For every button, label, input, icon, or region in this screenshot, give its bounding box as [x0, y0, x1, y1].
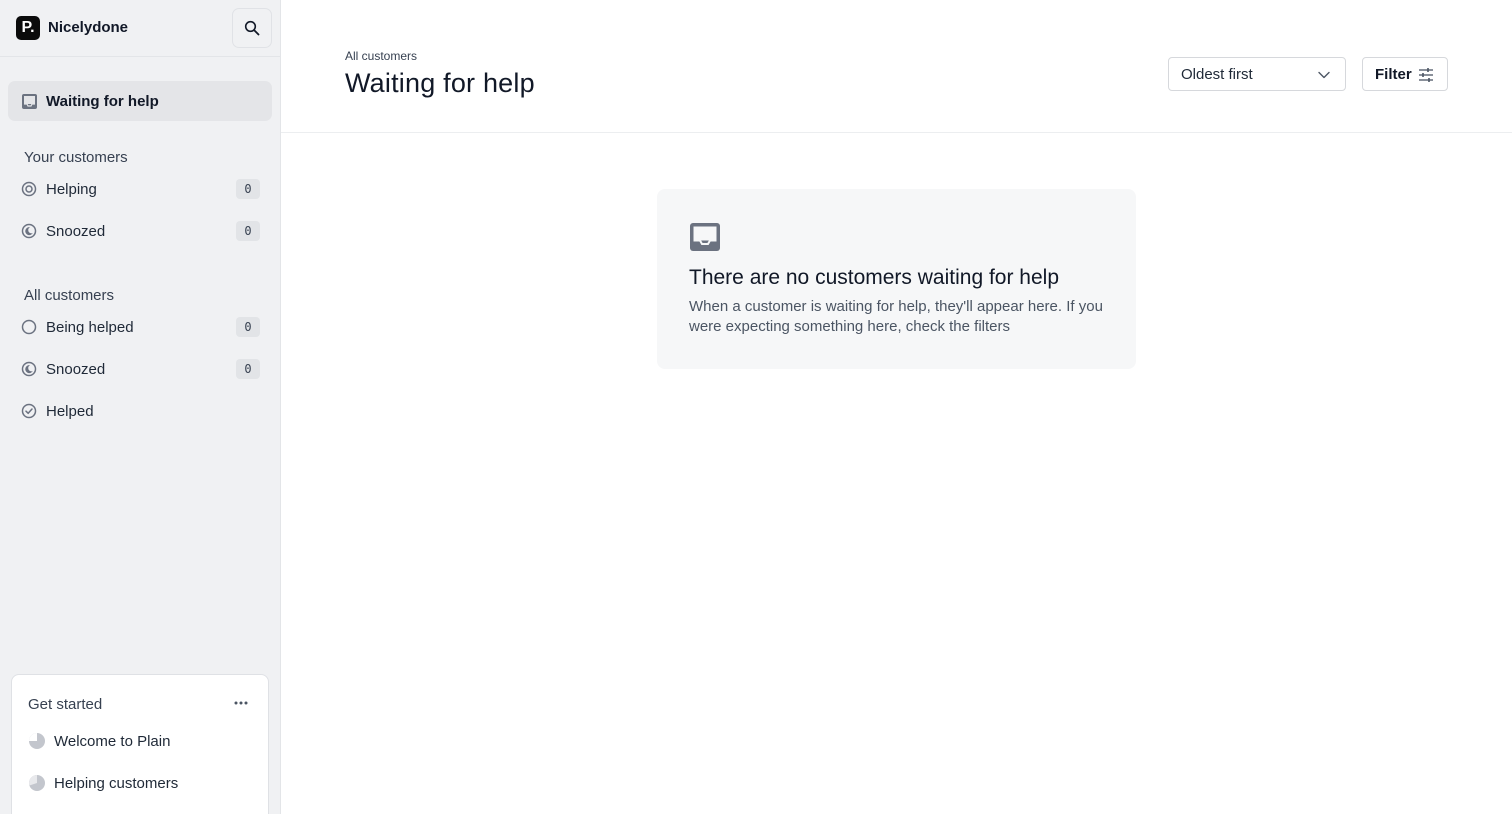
- ellipsis-icon: [234, 701, 248, 705]
- get-started-item-label: Welcome to Plain: [54, 732, 171, 750]
- page-title: Waiting for help: [345, 68, 535, 98]
- count-badge: 0: [236, 317, 260, 337]
- progress-pie-icon: [29, 733, 45, 749]
- sliders-icon: [1419, 68, 1433, 82]
- empty-state-text: When a customer is waiting for help, the…: [689, 298, 1103, 335]
- sidebar-item-waiting-for-help[interactable]: Waiting for help: [8, 81, 272, 121]
- more-options-button[interactable]: [230, 693, 252, 713]
- sidebar-item-label: Snoozed: [46, 360, 106, 378]
- sidebar-item-label: Being helped: [46, 318, 134, 336]
- sidebar-item-label: Helping: [46, 180, 97, 198]
- sort-select[interactable]: Oldest first: [1168, 57, 1346, 91]
- inbox-icon: [20, 92, 38, 110]
- breadcrumb[interactable]: All customers: [345, 49, 417, 63]
- search-button[interactable]: [232, 8, 272, 48]
- sidebar-item-being-helped[interactable]: Being helped 0: [8, 309, 272, 345]
- get-started-item-welcome[interactable]: Welcome to Plain: [28, 729, 170, 753]
- sidebar-item-label: Helped: [46, 402, 94, 420]
- count-badge: 0: [236, 221, 260, 241]
- check-circle-icon: [20, 402, 38, 420]
- sidebar-item-snoozed[interactable]: Snoozed 0: [8, 213, 272, 249]
- empty-state-card: There are no customers waiting for help …: [657, 189, 1136, 369]
- search-icon: [244, 20, 260, 36]
- sidebar-item-snoozed-all[interactable]: Snoozed 0: [8, 351, 272, 387]
- get-started-item-label: Helping customers: [54, 774, 179, 792]
- sidebar-item-helped[interactable]: Helped: [8, 393, 272, 429]
- progress-pie-icon: [28, 775, 45, 791]
- count-badge: 0: [236, 179, 260, 199]
- workspace-logo[interactable]: P.: [16, 16, 40, 40]
- inbox-icon: [690, 223, 720, 251]
- chevron-down-icon: [1318, 71, 1330, 79]
- section-title-all-customers: All customers: [24, 287, 115, 304]
- sort-select-value: Oldest first: [1181, 65, 1253, 83]
- get-started-title: Get started: [28, 696, 103, 713]
- sidebar: P. Nicelydone Waiting for help Your cust…: [0, 0, 281, 814]
- get-started-panel: Get started Welcome to Plain Helping cus…: [11, 674, 269, 814]
- empty-state-title: There are no customers waiting for help: [689, 266, 1060, 289]
- circle-icon: [20, 318, 38, 336]
- snooze-icon: [20, 222, 38, 240]
- snooze-icon: [20, 360, 38, 378]
- sidebar-item-label: Waiting for help: [46, 92, 159, 110]
- section-title-your-customers: Your customers: [24, 149, 128, 166]
- filter-button[interactable]: Filter: [1362, 57, 1448, 91]
- target-icon: [20, 180, 38, 198]
- count-badge: 0: [236, 359, 260, 379]
- main-header: All customers Waiting for help Oldest fi…: [281, 0, 1512, 133]
- get-started-item-helping-customers[interactable]: Helping customers: [28, 771, 178, 795]
- main-content: All customers Waiting for help Oldest fi…: [281, 0, 1512, 814]
- sidebar-header: P. Nicelydone: [0, 0, 280, 57]
- workspace-name[interactable]: Nicelydone: [48, 19, 128, 36]
- filter-button-label: Filter: [1375, 65, 1412, 83]
- sidebar-item-label: Snoozed: [46, 222, 106, 240]
- sidebar-item-helping[interactable]: Helping 0: [8, 171, 272, 207]
